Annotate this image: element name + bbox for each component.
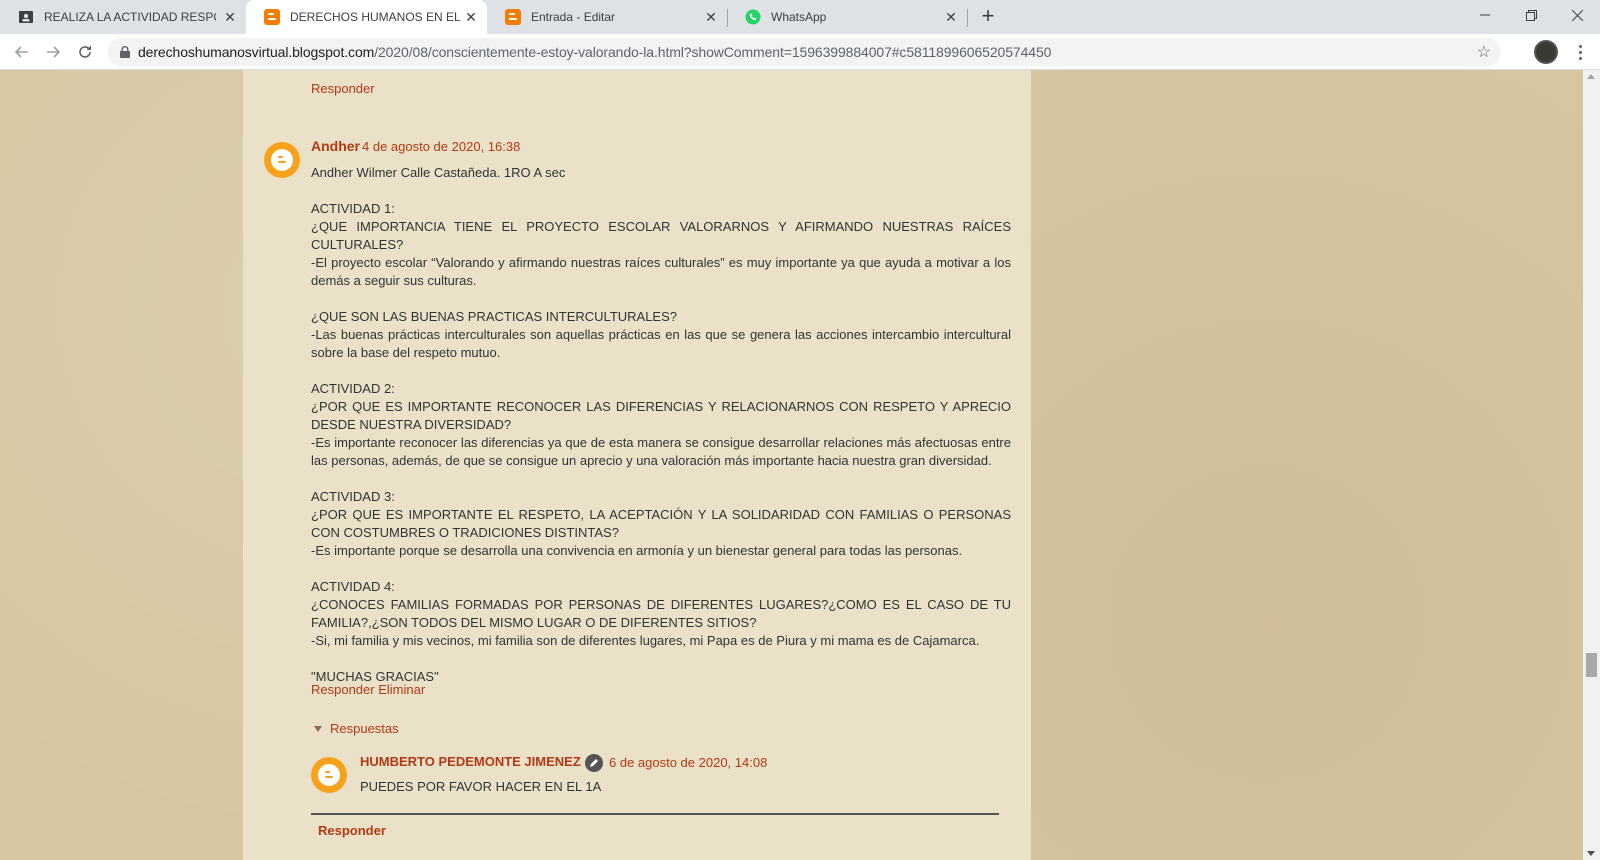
lock-icon[interactable]	[120, 45, 130, 63]
close-icon[interactable]: ✕	[463, 9, 479, 25]
replies-toggle-label: Respuestas	[330, 721, 399, 736]
comment-line: ¿POR QUE ES IMPORTANTE RECONOCER LAS DIF…	[311, 399, 1011, 432]
tab-entrada-editar[interactable]: Entrada - Editar ✕	[487, 0, 727, 34]
tab-title: WhatsApp	[771, 10, 827, 24]
tab-strip: REALIZA LA ACTIVIDAD RESPONDIENDO ✕ DERE…	[0, 0, 1600, 34]
pencil-icon	[585, 754, 603, 772]
close-icon[interactable]: ✕	[703, 9, 719, 25]
url-host: derechoshumanosvirtual.blogspot.com	[138, 44, 375, 60]
close-icon[interactable]: ✕	[943, 9, 959, 25]
reply-link[interactable]: Responder	[311, 81, 375, 96]
scrollbar-thumb[interactable]	[1586, 653, 1597, 677]
page-scrollbar[interactable]	[1583, 70, 1600, 860]
window-close-icon[interactable]	[1554, 0, 1600, 30]
reply-link[interactable]: Responder	[318, 823, 386, 838]
scroll-down-arrow-icon[interactable]	[1587, 851, 1595, 856]
blogger-icon	[505, 9, 521, 25]
url-path: /2020/08/conscientemente-estoy-valorando…	[374, 44, 1052, 60]
comment-line: ACTIVIDAD 3:	[311, 489, 395, 504]
comment-line: ¿QUE IMPORTANCIA TIENE EL PROYECTO ESCOL…	[311, 219, 1011, 252]
caret-down-icon	[314, 725, 322, 732]
comment-body: Andher Wilmer Calle Castañeda. 1RO A sec…	[311, 164, 1011, 686]
browser-toolbar: derechoshumanosvirtual.blogspot.com/2020…	[0, 34, 1600, 70]
comment-line: ACTIVIDAD 2:	[311, 381, 395, 396]
replies-toggle[interactable]: Respuestas	[314, 721, 399, 736]
comment-line: Andher Wilmer Calle Castañeda. 1RO A sec	[311, 165, 566, 180]
minimize-icon[interactable]	[1462, 0, 1508, 30]
comment-line: -Es importante porque se desarrolla una …	[311, 543, 963, 558]
comment-line: -El proyecto escolar “Valorando y afirma…	[311, 255, 1011, 288]
tab-realiza[interactable]: REALIZA LA ACTIVIDAD RESPONDIENDO ✕	[0, 0, 246, 34]
delete-link[interactable]: Eliminar	[378, 682, 425, 697]
divider	[311, 813, 999, 815]
tab-derechos-humanos[interactable]: DERECHOS HUMANOS EN EL MUNDO ✕	[246, 0, 487, 34]
comment-line: ¿CONOCES FAMILIAS FORMADAS POR PERSONAS …	[311, 597, 1011, 630]
classroom-icon	[18, 9, 34, 25]
blogger-avatar-icon	[311, 757, 347, 793]
tab-title: REALIZA LA ACTIVIDAD RESPONDIENDO	[44, 10, 216, 24]
comment-author[interactable]: Andher	[311, 138, 360, 154]
tab-title: DERECHOS HUMANOS EN EL MUNDO	[290, 10, 460, 24]
reply-date[interactable]: 6 de agosto de 2020, 14:08	[609, 755, 767, 770]
comment-actions: Responder Eliminar	[311, 682, 425, 697]
forward-icon[interactable]	[41, 40, 65, 64]
tab-separator	[967, 9, 968, 27]
comment-date[interactable]: 4 de agosto de 2020, 16:38	[362, 139, 520, 154]
tab-whatsapp[interactable]: WhatsApp ✕	[727, 0, 967, 34]
reply-author[interactable]: HUMBERTO PEDEMONTE JIMENEZ	[360, 754, 581, 769]
url-text[interactable]: derechoshumanosvirtual.blogspot.com/2020…	[138, 44, 1051, 60]
close-icon[interactable]: ✕	[222, 9, 238, 25]
address-bar[interactable]: derechoshumanosvirtual.blogspot.com/2020…	[108, 38, 1501, 66]
comment-line: -Las buenas prácticas interculturales so…	[311, 327, 1011, 360]
scroll-up-arrow-icon[interactable]	[1587, 74, 1595, 79]
whatsapp-icon	[745, 9, 761, 25]
back-icon[interactable]	[10, 40, 34, 64]
reply-link[interactable]: Responder	[311, 682, 375, 697]
reply-body: PUEDES POR FAVOR HACER EN EL 1A	[360, 779, 602, 794]
comment-line: -Es importante reconocer las diferencias…	[311, 435, 1011, 468]
profile-avatar[interactable]	[1534, 40, 1558, 64]
page-viewport: Responder Andher 4 de agosto de 2020, 16…	[0, 70, 1583, 860]
restore-icon[interactable]	[1508, 0, 1554, 30]
comment-line: ¿POR QUE ES IMPORTANTE EL RESPETO, LA AC…	[311, 507, 1011, 540]
comment-line: ACTIVIDAD 4:	[311, 579, 395, 594]
browser-menu-icon[interactable]	[1570, 42, 1590, 62]
blogger-icon	[264, 9, 280, 25]
comment-line: ACTIVIDAD 1:	[311, 201, 395, 216]
bookmark-star-icon[interactable]: ☆	[1477, 42, 1491, 62]
new-tab-icon[interactable]: +	[976, 5, 1000, 29]
tab-title: Entrada - Editar	[531, 10, 616, 24]
blogger-avatar-icon	[264, 142, 300, 178]
reload-icon[interactable]	[73, 40, 97, 64]
comment-line: -Si, mi familia y mis vecinos, mi famili…	[311, 633, 980, 648]
comment-line: ¿QUE SON LAS BUENAS PRACTICAS INTERCULTU…	[311, 309, 678, 324]
